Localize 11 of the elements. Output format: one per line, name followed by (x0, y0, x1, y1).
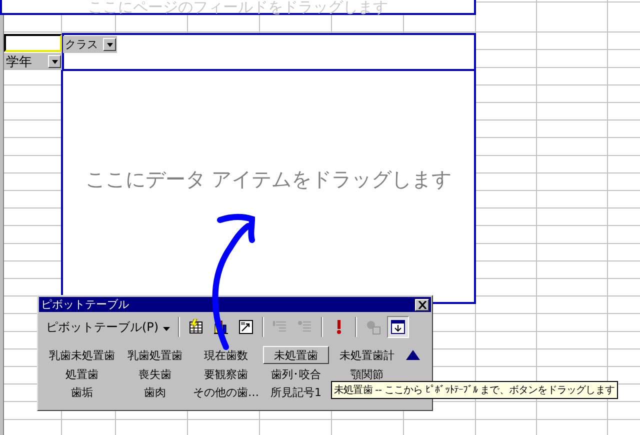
drop-hint: ここにデータ アイテムをドラッグします (85, 166, 452, 193)
menu-button[interactable]: ピボットテーブル(P) (43, 318, 173, 336)
selected-cell[interactable] (4, 34, 62, 52)
field-list-icon[interactable] (386, 316, 409, 338)
row-field-button[interactable]: 学年 (4, 53, 62, 70)
scroll-up-icon[interactable] (406, 350, 420, 360)
column-field-button[interactable]: クラス (63, 36, 117, 53)
window-title: ピボットテーブル (41, 298, 129, 312)
tooltip: 未処置歯 -- ここから ﾋﾟﾎﾞｯﾄﾃｰﾌﾞﾙ まで、ボタンをドラッグします (331, 381, 618, 399)
field-button[interactable]: 未処置歯 (263, 346, 329, 364)
close-button[interactable] (415, 298, 429, 310)
